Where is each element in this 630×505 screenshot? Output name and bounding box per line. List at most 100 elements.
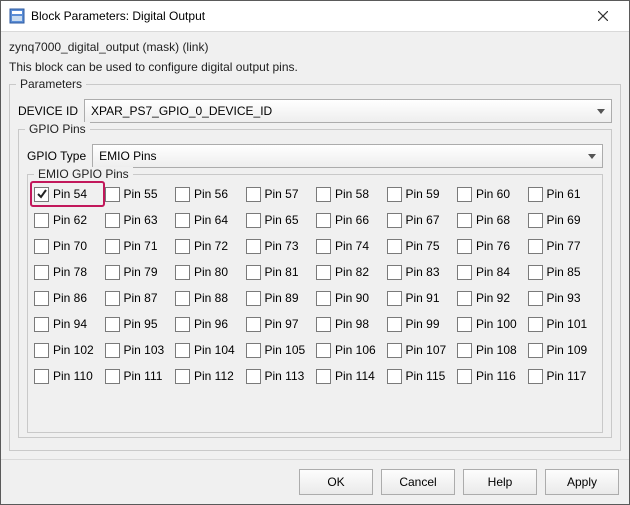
pin-100-checkbox[interactable]: Pin 100 — [457, 315, 526, 333]
emio-pins-group: EMIO GPIO Pins Pin 54Pin 55Pin 56Pin 57P… — [27, 174, 603, 433]
gpio-pins-group: GPIO Pins GPIO Type EMIO Pins EMIO GPIO … — [18, 129, 612, 438]
checkbox-icon — [175, 369, 190, 384]
pin-105-checkbox[interactable]: Pin 105 — [246, 341, 315, 359]
pin-54-checkbox[interactable]: Pin 54 — [30, 181, 105, 207]
cancel-button[interactable]: Cancel — [381, 469, 455, 495]
pin-67-checkbox[interactable]: Pin 67 — [387, 211, 456, 229]
pin-label: Pin 65 — [265, 213, 299, 227]
pin-56-checkbox[interactable]: Pin 56 — [175, 185, 244, 203]
pin-116-checkbox[interactable]: Pin 116 — [457, 367, 526, 385]
pin-104-checkbox[interactable]: Pin 104 — [175, 341, 244, 359]
pin-92-checkbox[interactable]: Pin 92 — [457, 289, 526, 307]
pin-87-checkbox[interactable]: Pin 87 — [105, 289, 174, 307]
mask-line: zynq7000_digital_output (mask) (link) — [9, 40, 621, 54]
pin-88-checkbox[interactable]: Pin 88 — [175, 289, 244, 307]
pin-97-checkbox[interactable]: Pin 97 — [246, 315, 315, 333]
pin-101-checkbox[interactable]: Pin 101 — [528, 315, 597, 333]
pin-110-checkbox[interactable]: Pin 110 — [34, 367, 103, 385]
pin-label: Pin 63 — [124, 213, 158, 227]
dialog-window: Block Parameters: Digital Output zynq700… — [0, 0, 630, 505]
pin-102-checkbox[interactable]: Pin 102 — [34, 341, 103, 359]
pin-label: Pin 91 — [406, 291, 440, 305]
pin-108-checkbox[interactable]: Pin 108 — [457, 341, 526, 359]
pin-62-checkbox[interactable]: Pin 62 — [34, 211, 103, 229]
app-icon — [9, 8, 25, 24]
pin-60-checkbox[interactable]: Pin 60 — [457, 185, 526, 203]
pin-75-checkbox[interactable]: Pin 75 — [387, 237, 456, 255]
pin-label: Pin 101 — [547, 317, 588, 331]
pin-73-checkbox[interactable]: Pin 73 — [246, 237, 315, 255]
pin-label: Pin 73 — [265, 239, 299, 253]
gpio-type-select[interactable]: EMIO Pins — [92, 144, 603, 168]
pin-label: Pin 97 — [265, 317, 299, 331]
pin-58-checkbox[interactable]: Pin 58 — [316, 185, 385, 203]
pin-77-checkbox[interactable]: Pin 77 — [528, 237, 597, 255]
pin-90-checkbox[interactable]: Pin 90 — [316, 289, 385, 307]
pin-83-checkbox[interactable]: Pin 83 — [387, 263, 456, 281]
pin-95-checkbox[interactable]: Pin 95 — [105, 315, 174, 333]
pin-81-checkbox[interactable]: Pin 81 — [246, 263, 315, 281]
titlebar: Block Parameters: Digital Output — [1, 1, 629, 32]
pin-label: Pin 59 — [406, 187, 440, 201]
pin-109-checkbox[interactable]: Pin 109 — [528, 341, 597, 359]
pin-57-checkbox[interactable]: Pin 57 — [246, 185, 315, 203]
pin-label: Pin 61 — [547, 187, 581, 201]
pin-label: Pin 55 — [124, 187, 158, 201]
pin-63-checkbox[interactable]: Pin 63 — [105, 211, 174, 229]
pin-64-checkbox[interactable]: Pin 64 — [175, 211, 244, 229]
pin-69-checkbox[interactable]: Pin 69 — [528, 211, 597, 229]
pin-79-checkbox[interactable]: Pin 79 — [105, 263, 174, 281]
ok-button[interactable]: OK — [299, 469, 373, 495]
pin-93-checkbox[interactable]: Pin 93 — [528, 289, 597, 307]
pin-111-checkbox[interactable]: Pin 111 — [105, 367, 174, 385]
pin-91-checkbox[interactable]: Pin 91 — [387, 289, 456, 307]
pin-59-checkbox[interactable]: Pin 59 — [387, 185, 456, 203]
pin-68-checkbox[interactable]: Pin 68 — [457, 211, 526, 229]
pin-80-checkbox[interactable]: Pin 80 — [175, 263, 244, 281]
pin-74-checkbox[interactable]: Pin 74 — [316, 237, 385, 255]
pin-113-checkbox[interactable]: Pin 113 — [246, 367, 315, 385]
dropdown-caret-icon — [597, 109, 605, 114]
pin-65-checkbox[interactable]: Pin 65 — [246, 211, 315, 229]
pin-label: Pin 54 — [53, 187, 87, 201]
pin-107-checkbox[interactable]: Pin 107 — [387, 341, 456, 359]
device-id-select[interactable]: XPAR_PS7_GPIO_0_DEVICE_ID — [84, 99, 612, 123]
pin-70-checkbox[interactable]: Pin 70 — [34, 237, 103, 255]
pin-86-checkbox[interactable]: Pin 86 — [34, 289, 103, 307]
checkbox-icon — [175, 265, 190, 280]
pin-72-checkbox[interactable]: Pin 72 — [175, 237, 244, 255]
pin-117-checkbox[interactable]: Pin 117 — [528, 367, 597, 385]
pin-112-checkbox[interactable]: Pin 112 — [175, 367, 244, 385]
pin-71-checkbox[interactable]: Pin 71 — [105, 237, 174, 255]
apply-button[interactable]: Apply — [545, 469, 619, 495]
checkbox-icon — [175, 343, 190, 358]
pin-96-checkbox[interactable]: Pin 96 — [175, 315, 244, 333]
pin-66-checkbox[interactable]: Pin 66 — [316, 211, 385, 229]
pin-103-checkbox[interactable]: Pin 103 — [105, 341, 174, 359]
pin-98-checkbox[interactable]: Pin 98 — [316, 315, 385, 333]
pin-label: Pin 66 — [335, 213, 369, 227]
checkbox-icon — [105, 213, 120, 228]
pin-115-checkbox[interactable]: Pin 115 — [387, 367, 456, 385]
pin-85-checkbox[interactable]: Pin 85 — [528, 263, 597, 281]
close-button[interactable] — [583, 2, 623, 30]
pin-55-checkbox[interactable]: Pin 55 — [105, 185, 174, 203]
checkbox-icon — [34, 291, 49, 306]
pin-94-checkbox[interactable]: Pin 94 — [34, 315, 103, 333]
help-button[interactable]: Help — [463, 469, 537, 495]
pin-99-checkbox[interactable]: Pin 99 — [387, 315, 456, 333]
pin-78-checkbox[interactable]: Pin 78 — [34, 263, 103, 281]
gpio-type-row: GPIO Type EMIO Pins — [27, 144, 603, 168]
pin-76-checkbox[interactable]: Pin 76 — [457, 237, 526, 255]
pin-114-checkbox[interactable]: Pin 114 — [316, 367, 385, 385]
pin-61-checkbox[interactable]: Pin 61 — [528, 185, 597, 203]
checkbox-icon — [316, 213, 331, 228]
pin-label: Pin 111 — [124, 369, 163, 383]
pin-106-checkbox[interactable]: Pin 106 — [316, 341, 385, 359]
pin-89-checkbox[interactable]: Pin 89 — [246, 289, 315, 307]
pin-82-checkbox[interactable]: Pin 82 — [316, 263, 385, 281]
checkbox-icon — [316, 239, 331, 254]
pin-84-checkbox[interactable]: Pin 84 — [457, 263, 526, 281]
checkbox-icon — [246, 317, 261, 332]
pin-label: Pin 87 — [124, 291, 158, 305]
